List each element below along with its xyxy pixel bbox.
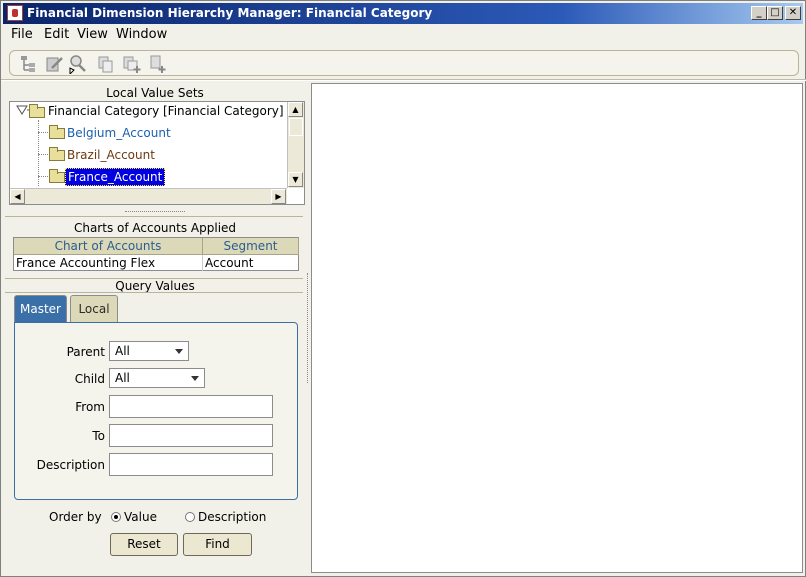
section-divider <box>5 292 303 293</box>
scroll-up-arrow-icon[interactable]: ▲ <box>288 102 303 117</box>
add-sibling-icon[interactable] <box>148 54 168 74</box>
from-field[interactable] <box>109 395 273 418</box>
reset-button[interactable]: Reset <box>110 533 178 556</box>
tab-local[interactable]: Local <box>70 295 118 323</box>
to-label: To <box>92 429 105 443</box>
menu-bar: File Edit View Window <box>3 24 803 46</box>
menu-file[interactable]: File <box>11 27 33 42</box>
folder-icon <box>49 147 65 161</box>
query-form: Parent All Child All From To Description <box>14 322 298 500</box>
charts-of-accounts-heading: Charts of Accounts Applied <box>73 221 237 235</box>
tree-item-brazil[interactable]: Brazil_Account <box>67 148 155 162</box>
scroll-thumb[interactable] <box>289 118 303 136</box>
tab-master[interactable]: Master <box>14 295 67 323</box>
chevron-down-icon <box>191 376 199 381</box>
value-set-tree[interactable]: Financial Category [Financial Category] … <box>9 101 305 205</box>
scroll-left-arrow-icon[interactable]: ◀ <box>10 189 25 204</box>
to-field[interactable] <box>109 424 273 447</box>
toolbar-divider <box>1 79 806 81</box>
tree-line <box>38 154 48 155</box>
tree-line <box>38 176 48 177</box>
tree-item-belgium[interactable]: Belgium_Account <box>67 126 171 140</box>
query-values-heading: Query Values <box>115 279 195 293</box>
column-header-segment[interactable]: Segment <box>203 238 299 255</box>
add-child-icon[interactable] <box>122 54 142 74</box>
column-header-chart[interactable]: Chart of Accounts <box>14 238 203 255</box>
window-title: Financial Dimension Hierarchy Manager: F… <box>27 6 433 20</box>
local-value-sets-heading: Local Value Sets <box>106 86 204 100</box>
search-icon[interactable] <box>68 54 88 76</box>
edit-icon[interactable] <box>44 54 64 74</box>
close-button[interactable]: ✕ <box>785 6 801 20</box>
child-value: All <box>115 371 130 385</box>
app-icon <box>7 5 23 21</box>
table-cell-chart[interactable]: France Accounting Flex <box>14 255 203 271</box>
detail-pane <box>311 83 803 573</box>
folder-icon <box>29 104 45 118</box>
table-cell-segment[interactable]: Account <box>203 255 299 271</box>
app-window: Financial Dimension Hierarchy Manager: F… <box>0 0 806 577</box>
folder-icon <box>49 169 65 183</box>
order-value-label[interactable]: Value <box>124 510 157 524</box>
folder-icon <box>49 125 65 139</box>
order-description-radio[interactable] <box>185 512 195 522</box>
order-by-label: Order by <box>49 510 102 524</box>
section-divider <box>5 216 303 217</box>
title-bar: Financial Dimension Hierarchy Manager: F… <box>3 3 803 24</box>
description-label: Description <box>36 458 105 472</box>
toolbar <box>9 50 799 76</box>
menu-edit[interactable]: Edit <box>44 27 69 42</box>
splitter-grip[interactable] <box>125 211 185 215</box>
splitter-grip[interactable] <box>307 273 309 383</box>
tree-root-toggle[interactable] <box>16 105 30 120</box>
order-value-radio[interactable] <box>111 512 121 522</box>
description-field[interactable] <box>109 453 273 476</box>
minimize-button[interactable]: _ <box>751 6 767 20</box>
scroll-right-arrow-icon[interactable]: ▶ <box>271 189 286 204</box>
chevron-down-icon <box>175 349 183 354</box>
order-description-label[interactable]: Description <box>198 510 266 524</box>
tree-vertical-scrollbar[interactable]: ▲ ▼ <box>287 102 304 188</box>
left-panel: Local Value Sets Financial Category [Fin… <box>5 83 305 573</box>
tree-line <box>38 132 48 133</box>
menu-view[interactable]: View <box>77 27 108 42</box>
parent-select[interactable]: All <box>109 341 189 361</box>
scroll-down-arrow-icon[interactable]: ▼ <box>288 172 303 187</box>
charts-of-accounts-table: Chart of Accounts Segment France Account… <box>13 237 299 271</box>
from-label: From <box>75 400 105 414</box>
parent-value: All <box>115 344 130 358</box>
find-button[interactable]: Find <box>183 533 252 556</box>
menu-window[interactable]: Window <box>116 27 167 42</box>
parent-label: Parent <box>66 345 105 359</box>
tree-item-france-selected[interactable]: France_Account <box>65 168 166 186</box>
copy-icon[interactable] <box>96 54 116 74</box>
maximize-button[interactable]: □ <box>767 6 783 20</box>
hierarchy-icon[interactable] <box>18 54 38 74</box>
child-label: Child <box>74 372 105 386</box>
child-select[interactable]: All <box>109 368 205 388</box>
tree-root-label[interactable]: Financial Category [Financial Category] <box>48 104 284 118</box>
tree-horizontal-scrollbar[interactable]: ◀ ▶ <box>10 188 287 204</box>
